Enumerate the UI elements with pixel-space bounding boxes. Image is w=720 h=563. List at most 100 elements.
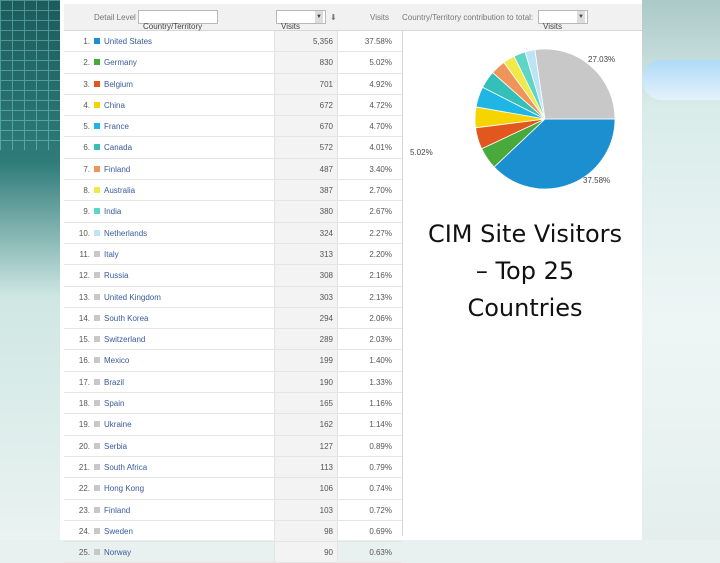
row-index: 20. (78, 441, 90, 451)
table-row[interactable]: 16. Mexico 199 1.40% (64, 350, 402, 372)
table-row[interactable]: 17. Brazil 190 1.33% (64, 371, 402, 394)
country-link[interactable]: Finland (104, 506, 130, 515)
table-row[interactable]: 23. Finland 103 0.72% (64, 499, 402, 521)
sort-arrow-icon[interactable]: ⬇ (330, 13, 337, 22)
percent-cell: 4.01% (369, 143, 392, 153)
visits-cell: 5,356 (274, 31, 338, 52)
table-row[interactable]: 4. China 672 4.72% (64, 94, 402, 117)
country-link[interactable]: Sweden (104, 527, 133, 536)
country-link[interactable]: Hong Kong (104, 484, 144, 493)
row-index: 24. (78, 526, 90, 536)
country-link[interactable]: Russia (104, 271, 128, 280)
country-link[interactable]: South Africa (104, 463, 147, 472)
table-row[interactable]: 7. Finland 487 3.40% (64, 158, 402, 181)
percent-cell: 1.40% (369, 356, 392, 366)
country-link[interactable]: South Korea (104, 314, 148, 323)
contribution-select-value: Visits (543, 22, 562, 31)
country-link[interactable]: Germany (104, 58, 137, 67)
country-link[interactable]: Norway (104, 548, 131, 557)
percent-cell: 0.89% (369, 441, 392, 451)
country-link[interactable]: United Kingdom (104, 293, 161, 302)
row-index: 1. (83, 37, 90, 46)
table-row[interactable]: 12. Russia 308 2.16% (64, 265, 402, 287)
visits-cell: 303 (274, 286, 338, 307)
country-link[interactable]: Australia (104, 186, 135, 195)
table-row[interactable]: 22. Hong Kong 106 0.74% (64, 478, 402, 500)
series-swatch (94, 144, 100, 151)
table-row[interactable]: 10. Netherlands 324 2.27% (64, 222, 402, 244)
table-row[interactable]: 8. Australia 387 2.70% (64, 180, 402, 202)
percent-cell: 5.02% (369, 58, 392, 68)
visits-cell: 313 (274, 243, 338, 265)
pie-data-label: 37.58% (583, 176, 610, 185)
country-link[interactable]: Italy (104, 250, 119, 259)
country-link[interactable]: Switzerland (104, 335, 145, 344)
country-link[interactable]: Brazil (104, 378, 124, 387)
series-swatch (94, 59, 100, 66)
background-wave (642, 60, 720, 100)
row-index: 21. (78, 462, 90, 472)
row-index: 13. (78, 292, 90, 302)
table-row[interactable]: 1. United States 5,356 37.58% (64, 31, 402, 53)
visits-cell: 162 (274, 414, 338, 435)
visits-cell: 380 (274, 201, 338, 222)
contribution-select[interactable]: Visits ▼ (538, 10, 588, 31)
series-swatch (94, 208, 100, 215)
metric-select[interactable]: Visits ▼ (276, 10, 326, 31)
slide-title-line: CIM Site Visitors (427, 220, 623, 248)
table-row[interactable]: 13. United Kingdom 303 2.13% (64, 286, 402, 308)
table-row[interactable]: 11. Italy 313 2.20% (64, 243, 402, 266)
table-row[interactable]: 21. South Africa 113 0.79% (64, 456, 402, 479)
detail-level-select[interactable]: Country/Territory (138, 10, 218, 31)
visits-column-header[interactable]: Visits (370, 13, 389, 22)
table-row[interactable]: 25. Norway 90 0.63% (64, 542, 402, 563)
visits-cell: 324 (274, 222, 338, 243)
country-link[interactable]: China (104, 101, 125, 110)
table-row[interactable]: 9. India 380 2.67% (64, 201, 402, 223)
row-index: 19. (78, 420, 90, 430)
country-link[interactable]: Finland (104, 165, 130, 174)
slide-title: CIM Site Visitors – Top 25 Countries (410, 216, 640, 327)
percent-cell: 2.70% (369, 186, 392, 196)
country-link[interactable]: India (104, 207, 121, 216)
country-link[interactable]: United States (104, 37, 152, 46)
percent-cell: 3.40% (369, 164, 392, 174)
country-link[interactable]: Serbia (104, 442, 127, 451)
table-row[interactable]: 19. Ukraine 162 1.14% (64, 414, 402, 436)
visits-cell: 289 (274, 329, 338, 350)
row-index: 15. (78, 335, 90, 345)
background-grid (0, 0, 60, 150)
visits-cell: 90 (274, 542, 338, 563)
visits-cell: 103 (274, 499, 338, 520)
country-link[interactable]: Belgium (104, 80, 133, 89)
country-link[interactable]: Mexico (104, 356, 129, 365)
country-link[interactable]: Canada (104, 143, 132, 152)
series-swatch (94, 187, 100, 194)
table-row[interactable]: 2. Germany 830 5.02% (64, 52, 402, 74)
visits-cell: 572 (274, 137, 338, 158)
country-link[interactable]: Ukraine (104, 420, 132, 429)
visits-cell: 487 (274, 158, 338, 180)
row-index: 5. (83, 122, 90, 132)
table-row[interactable]: 5. France 670 4.70% (64, 116, 402, 138)
country-link[interactable]: Netherlands (104, 229, 147, 238)
table-row[interactable]: 3. Belgium 701 4.92% (64, 73, 402, 95)
series-swatch (94, 38, 100, 44)
row-index: 4. (83, 100, 90, 110)
table-row[interactable]: 18. Spain 165 1.16% (64, 393, 402, 415)
country-link[interactable]: France (104, 122, 129, 131)
row-index: 12. (78, 271, 90, 281)
visits-cell: 294 (274, 307, 338, 329)
table-row[interactable]: 24. Sweden 98 0.69% (64, 520, 402, 543)
slide-panel: Detail Level Country/Territory Visits ▼ … (60, 0, 642, 563)
table-row[interactable]: 6. Canada 572 4.01% (64, 137, 402, 159)
visits-cell: 387 (274, 180, 338, 201)
percent-cell: 37.58% (364, 37, 392, 46)
table-row[interactable]: 15. Switzerland 289 2.03% (64, 329, 402, 351)
country-link[interactable]: Spain (104, 399, 124, 408)
series-swatch (94, 527, 100, 534)
pie-data-label: 27.03% (588, 55, 615, 64)
table-row[interactable]: 14. South Korea 294 2.06% (64, 307, 402, 330)
table-row[interactable]: 20. Serbia 127 0.89% (64, 435, 402, 457)
row-index: 25. (78, 548, 90, 558)
